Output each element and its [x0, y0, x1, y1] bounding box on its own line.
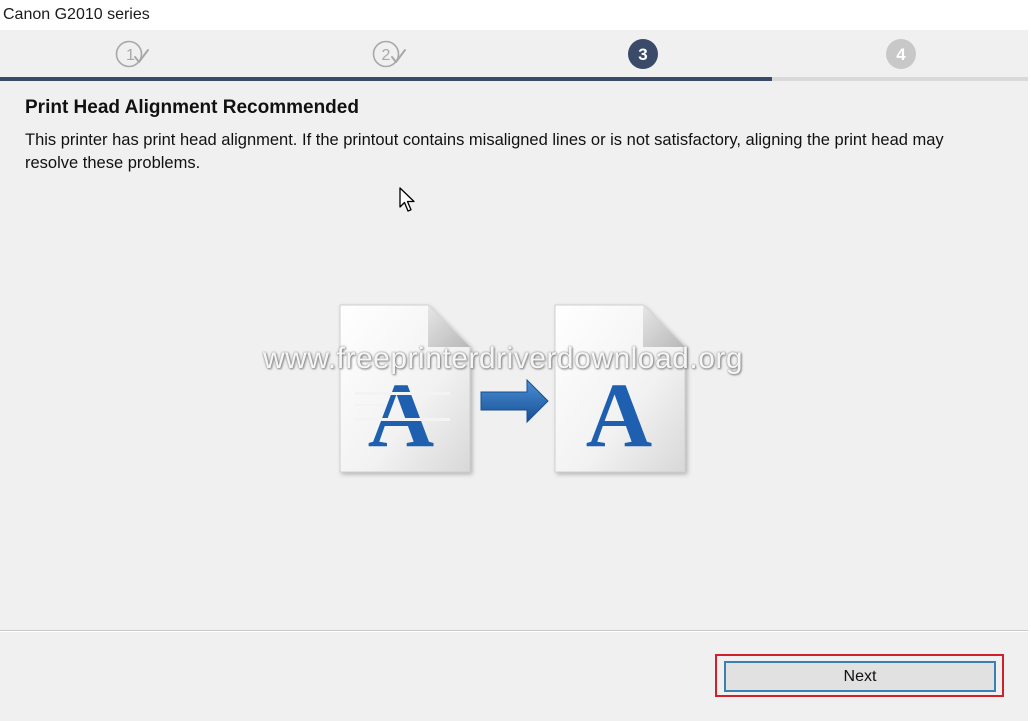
window-title: Canon G2010 series [3, 6, 150, 23]
alignment-illustration: A A [335, 300, 695, 480]
title-bar: Canon G2010 series [0, 0, 1031, 30]
step-2-completed-icon: 2 [372, 39, 406, 69]
right-arrow-icon [480, 378, 549, 424]
step-4-number: 4 [896, 45, 906, 64]
after-letter: A [586, 364, 652, 466]
page-description: This printer has print head alignment. I… [25, 131, 944, 172]
step-2-number: 2 [382, 47, 391, 64]
progress-bar-fill [0, 77, 773, 81]
step-1-number: 1 [126, 47, 135, 64]
step-1-completed-icon: 1 [115, 39, 149, 69]
step-3-current-icon: 3 [628, 39, 658, 69]
page-title: Print Head Alignment Recommended [25, 97, 359, 118]
mouse-pointer-icon [399, 187, 417, 218]
footer-divider-highlight [0, 631, 1028, 632]
before-letter: A [368, 364, 434, 466]
next-button[interactable]: Next [724, 661, 996, 692]
progress-bar [0, 77, 1028, 81]
watermark-text: www.freeprinterdriverdownload.org [263, 342, 744, 375]
step-4-upcoming-icon: 4 [886, 39, 916, 69]
step-3-number: 3 [638, 45, 647, 64]
step-indicator: 1 2 3 4 [0, 30, 1028, 82]
installer-window: Canon G2010 series 1 2 3 4 Print Head Al… [0, 0, 1031, 721]
